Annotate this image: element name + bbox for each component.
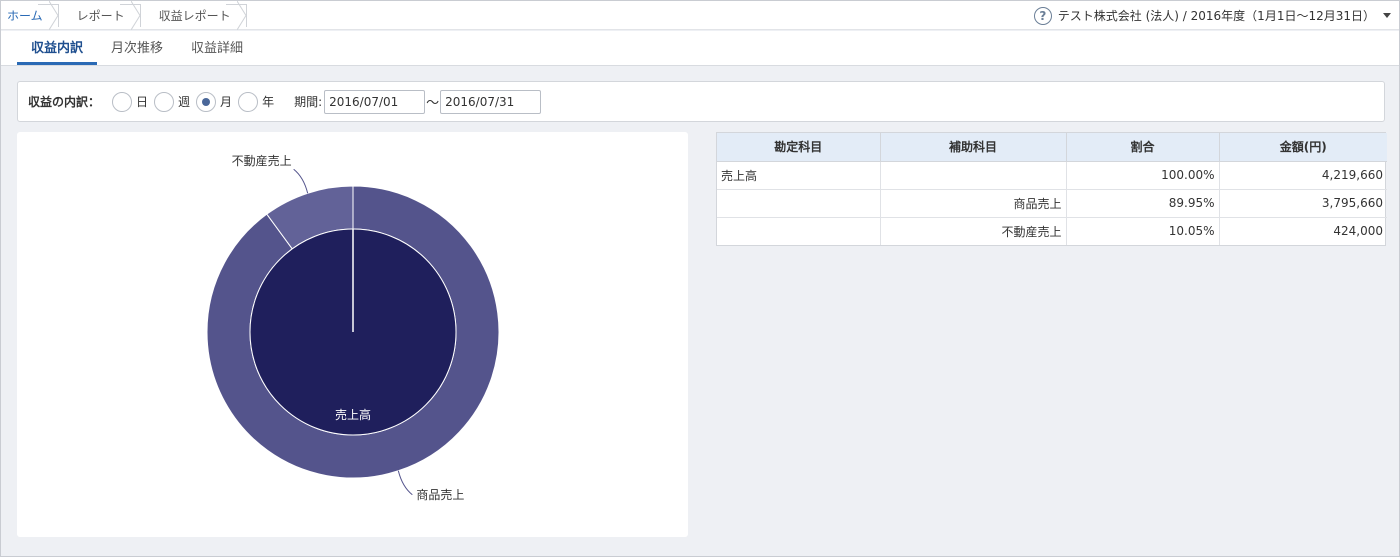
breadcrumb-current-label: 収益レポート [158,8,231,23]
cell-ratio: 100.00% [1066,161,1220,190]
chevron-right-icon [130,1,141,30]
breadcrumb-home[interactable]: ホーム [1,1,59,30]
start-date-input[interactable] [324,89,426,114]
header-ratio[interactable]: 割合 [1066,133,1220,162]
chevron-right-icon [236,1,247,30]
table-row[interactable]: 不動産売上 10.05% 424,000 [717,217,1387,245]
revenue-table: 勘定科目 補助科目 割合 金額(円) 売上高 100.00% 4,219,660… [716,132,1387,246]
company-selector[interactable]: ? テスト株式会社 (法人) / 2016年度（1月1日〜12月31日） [1033,1,1391,30]
end-date-input[interactable] [440,89,542,114]
cell-sub-account: 商品売上 [880,189,1067,218]
cell-ratio: 89.95% [1066,189,1220,218]
company-label[interactable]: テスト株式会社 (法人) / 2016年度（1月1日〜12月31日） [1058,7,1375,24]
cell-amount: 424,000 [1333,224,1383,239]
radio-day-button[interactable] [112,91,133,112]
tab-monthly-trend[interactable]: 月次推移 [97,30,177,65]
radio-week[interactable]: 週 [154,91,192,112]
breadcrumb-home-label[interactable]: ホーム [7,7,43,24]
breadcrumb-revenue-report: 収益レポート [141,1,247,30]
radio-month-label[interactable]: 月 [220,93,232,110]
top-header: ホーム レポート 収益レポート ? テスト株式会社 (法人) / 2016年度（… [1,1,1399,30]
period-label: 期間: [294,95,323,109]
chart-leader-line [293,168,309,194]
chevron-right-icon [48,1,59,30]
radio-year-button[interactable] [238,91,259,112]
radio-day-label[interactable]: 日 [136,93,148,110]
chart-panel: 売上高 商品売上 不動産売上 [17,132,688,537]
header-sub-account[interactable]: 補助科目 [880,133,1067,162]
help-icon[interactable]: ? [1033,6,1052,25]
table-row[interactable]: 商品売上 89.95% 3,795,660 [717,189,1387,218]
cell-sub-account [880,161,1067,190]
filter-label: 収益の内訳： [28,95,101,109]
tab-bar: 収益内訳 月次推移 収益詳細 [1,31,1399,66]
tab-revenue-detail[interactable]: 収益詳細 [177,30,257,65]
chart-label-real-estate-sales: 不動産売上 [232,153,292,168]
tab-revenue-breakdown[interactable]: 収益内訳 [17,30,98,65]
header-account[interactable]: 勘定科目 [717,133,881,162]
filter-panel: 収益の内訳： 日 週 月 年 期間: 〜 [17,81,1385,122]
cell-amount: 3,795,660 [1219,189,1387,218]
cell-account: 売上高 [717,161,881,190]
date-range-separator: 〜 [426,96,440,111]
revenue-donut-chart[interactable]: 売上高 商品売上 不動産売上 [17,132,688,537]
breadcrumb: ホーム レポート 収益レポート [1,1,247,30]
radio-year[interactable]: 年 [238,91,276,112]
radio-day[interactable]: 日 [112,91,150,112]
table-header-row: 勘定科目 補助科目 割合 金額(円) [717,133,1387,162]
chart-leader-line [397,470,413,496]
radio-year-label[interactable]: 年 [262,93,274,110]
cell-sub-account: 不動産売上 [880,217,1067,245]
radio-month[interactable]: 月 [196,91,234,112]
cell-amount: 4,219,660 [1219,161,1387,190]
header-amount[interactable]: 金額(円) [1219,133,1387,162]
radio-week-button[interactable] [154,91,175,112]
radio-month-button[interactable] [196,91,217,112]
cell-account [717,217,881,245]
chart-label-product-sales: 商品売上 [416,487,464,502]
cell-account [717,189,881,218]
table-row[interactable]: 売上高 100.00% 4,219,660 [717,161,1387,190]
radio-week-label[interactable]: 週 [178,93,190,110]
breadcrumb-report[interactable]: レポート [59,1,141,30]
breadcrumb-report-label[interactable]: レポート [77,7,125,24]
chart-label-sales: 売上高 [335,407,371,422]
cell-ratio: 10.05% [1066,217,1220,245]
caret-down-icon[interactable] [1383,13,1391,18]
